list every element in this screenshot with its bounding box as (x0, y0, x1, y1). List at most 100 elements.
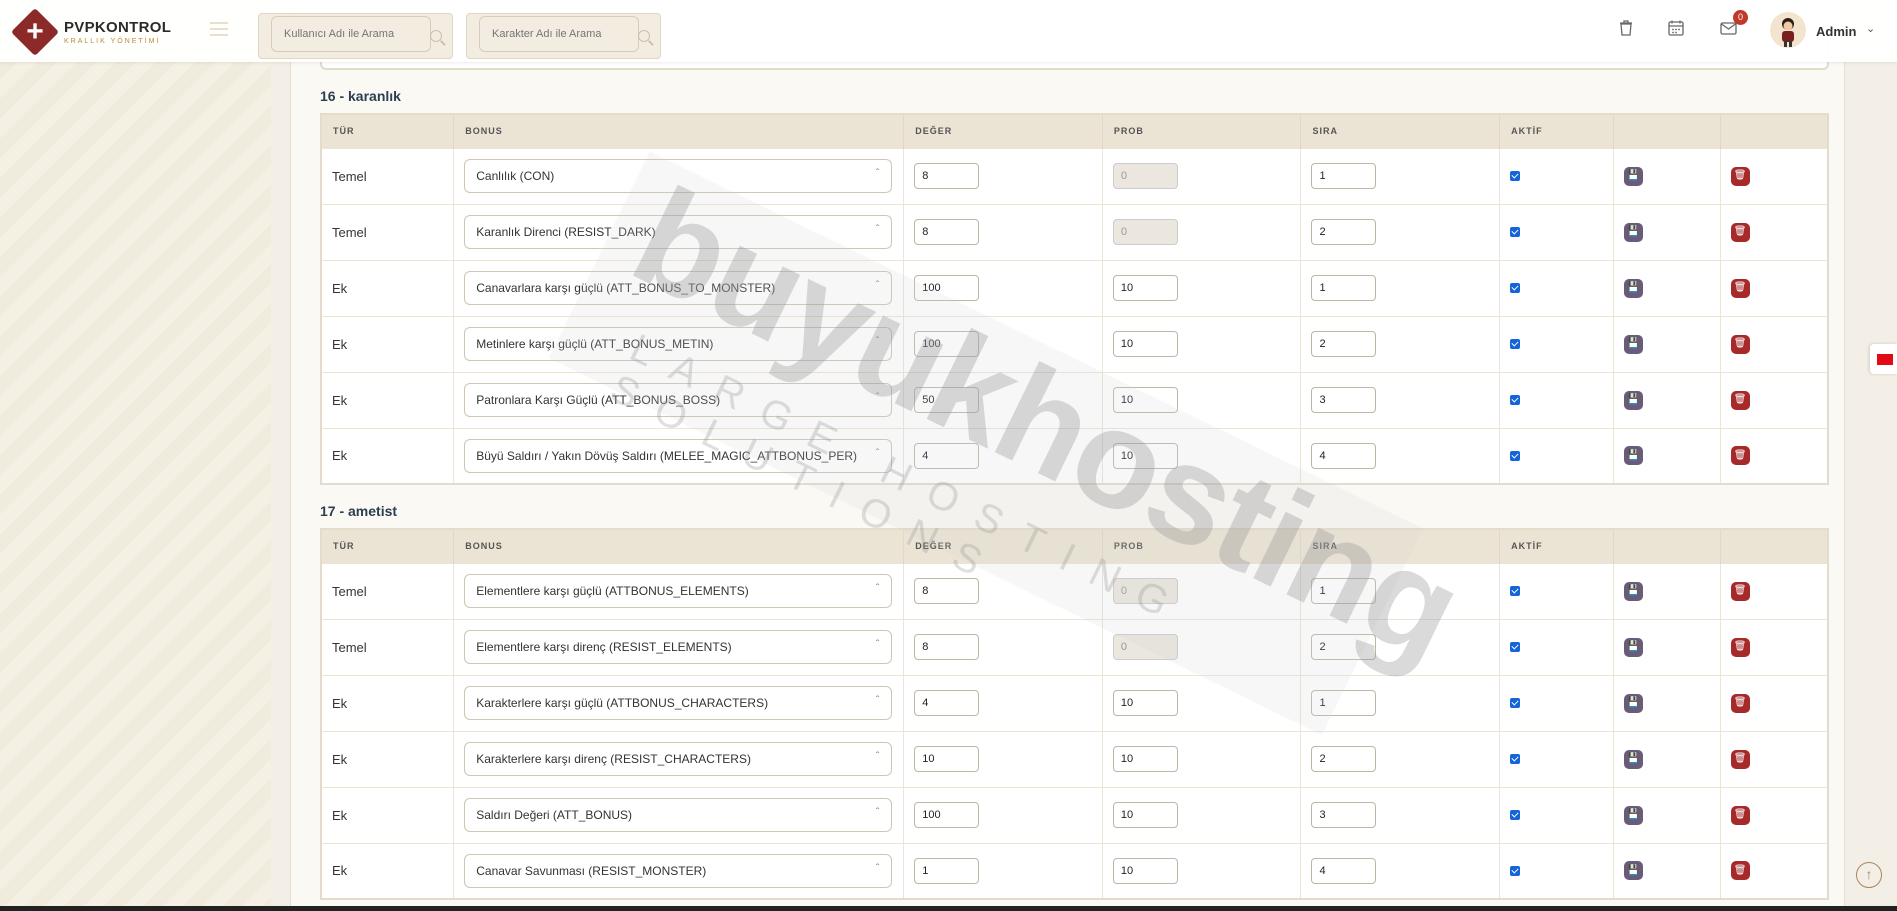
bonus-select[interactable]: Büyü Saldırı / Yakın Dövüş Saldırı (MELE… (464, 438, 893, 473)
order-input[interactable] (1311, 857, 1377, 884)
active-checkbox[interactable] (1510, 865, 1521, 876)
active-checkbox[interactable] (1510, 754, 1521, 764)
prob-input[interactable] (1112, 857, 1178, 884)
value-input[interactable] (914, 442, 980, 469)
prob-input[interactable] (1112, 331, 1178, 357)
save-button[interactable]: 💾 (1623, 334, 1643, 354)
active-checkbox[interactable] (1510, 171, 1521, 181)
prob-input (1112, 163, 1178, 189)
delete-button[interactable]: 🗑 (1730, 581, 1750, 601)
active-checkbox[interactable] (1510, 810, 1521, 820)
save-button[interactable]: 💾 (1623, 637, 1643, 657)
delete-button[interactable]: 🗑 (1730, 749, 1750, 769)
user-name[interactable]: Admin (1816, 24, 1856, 39)
prob-input[interactable] (1112, 746, 1178, 772)
sidebar-background (0, 0, 271, 911)
bonus-select[interactable]: Patronlara Karşı Güçlü (ATT_BONUS_BOSS) (464, 382, 893, 417)
value-input[interactable] (914, 163, 980, 189)
bonus-select[interactable]: Elementlere karşı güçlü (ATTBONUS_ELEMEN… (464, 573, 893, 608)
value-input[interactable] (914, 857, 980, 884)
order-input[interactable] (1311, 219, 1377, 245)
mail-icon[interactable]: 0 (1716, 10, 1748, 40)
save-button[interactable]: 💾 (1623, 581, 1643, 601)
bonus-select[interactable]: Metinlere karşı güçlü (ATT_BONUS_METIN) (464, 326, 893, 361)
save-button[interactable]: 💾 (1623, 166, 1643, 186)
order-input[interactable] (1311, 387, 1377, 413)
active-checkbox[interactable] (1510, 450, 1521, 461)
order-input[interactable] (1311, 163, 1377, 189)
trash-icon: 🗑 (1733, 394, 1747, 405)
col-prob: PROB (1102, 114, 1302, 148)
order-input[interactable] (1311, 690, 1377, 716)
value-input[interactable] (914, 275, 980, 301)
order-input[interactable] (1311, 442, 1377, 469)
logo[interactable]: + PVPKONTROL KRALLIK YÖNETİMİ (10, 7, 171, 57)
bonus-select[interactable]: Karanlık Direnci (RESIST_DARK) (464, 214, 893, 249)
active-checkbox[interactable] (1510, 283, 1521, 293)
prob-input[interactable] (1112, 275, 1178, 301)
active-checkbox[interactable] (1510, 586, 1521, 596)
delete-button[interactable]: 🗑 (1730, 334, 1750, 354)
bonus-select[interactable]: Karakterlere karşı direnç (RESIST_CHARAC… (464, 741, 893, 776)
calendar-icon[interactable] (1664, 16, 1688, 40)
value-input[interactable] (914, 387, 980, 413)
active-checkbox[interactable] (1510, 227, 1521, 237)
bonus-select[interactable]: Karakterlere karşı güçlü (ATTBONUS_CHARA… (464, 685, 893, 720)
delete-button[interactable]: 🗑 (1730, 166, 1750, 186)
bonus-select[interactable]: Canavarlara karşı güçlü (ATT_BONUS_TO_MO… (464, 270, 893, 305)
save-button[interactable]: 💾 (1623, 278, 1643, 298)
active-checkbox[interactable] (1510, 698, 1521, 708)
language-flag-icon[interactable] (1870, 344, 1897, 374)
trash-icon[interactable] (1614, 16, 1638, 40)
bonus-select[interactable]: Saldırı Değeri (ATT_BONUS) (464, 797, 893, 832)
scroll-to-top-button[interactable]: ↑ (1856, 862, 1882, 888)
prob-input[interactable] (1112, 442, 1178, 469)
delete-button[interactable]: 🗑 (1730, 805, 1750, 825)
menu-toggle-icon[interactable] (210, 22, 228, 36)
character-search-input[interactable] (479, 16, 639, 52)
order-input[interactable] (1311, 331, 1377, 357)
save-button[interactable]: 💾 (1623, 222, 1643, 242)
search-icon[interactable] (430, 30, 442, 42)
bonus-select[interactable]: Canavar Savunması (RESIST_MONSTER) (464, 853, 893, 888)
value-input[interactable] (914, 219, 980, 245)
order-input[interactable] (1311, 746, 1377, 772)
order-input[interactable] (1311, 275, 1377, 301)
row-type: Temel (321, 618, 455, 675)
bonus-select[interactable]: Elementlere karşı direnç (RESIST_ELEMENT… (464, 629, 893, 664)
prob-input[interactable] (1112, 802, 1178, 828)
bonus-select[interactable]: Canlılık (CON) (464, 158, 893, 193)
prob-input[interactable] (1112, 690, 1178, 716)
save-button[interactable]: 💾 (1623, 693, 1643, 713)
delete-button[interactable]: 🗑 (1730, 637, 1750, 657)
prob-input[interactable] (1112, 387, 1178, 413)
value-input[interactable] (914, 802, 980, 828)
delete-button[interactable]: 🗑 (1730, 222, 1750, 242)
save-button[interactable]: 💾 (1623, 861, 1643, 881)
delete-button[interactable]: 🗑 (1730, 390, 1750, 410)
delete-button[interactable]: 🗑 (1730, 693, 1750, 713)
value-input[interactable] (914, 690, 980, 716)
avatar[interactable] (1770, 12, 1806, 48)
save-button[interactable]: 💾 (1623, 749, 1643, 769)
save-button[interactable]: 💾 (1623, 390, 1643, 410)
save-button[interactable]: 💾 (1623, 805, 1643, 825)
value-input[interactable] (914, 634, 980, 660)
delete-button[interactable]: 🗑 (1730, 861, 1750, 881)
save-button[interactable]: 💾 (1623, 446, 1643, 466)
chevron-down-icon[interactable]: ⌄ (1866, 22, 1875, 35)
search-icon[interactable] (638, 30, 650, 42)
active-checkbox[interactable] (1510, 395, 1521, 405)
active-checkbox[interactable] (1510, 642, 1521, 652)
delete-button[interactable]: 🗑 (1730, 446, 1750, 466)
value-input[interactable] (914, 331, 980, 357)
active-checkbox[interactable] (1510, 339, 1521, 349)
prob-input (1112, 634, 1178, 660)
order-input[interactable] (1311, 578, 1377, 604)
order-input[interactable] (1311, 634, 1377, 660)
delete-button[interactable]: 🗑 (1730, 278, 1750, 298)
order-input[interactable] (1311, 802, 1377, 828)
user-search-input[interactable] (271, 16, 431, 52)
value-input[interactable] (914, 578, 980, 604)
value-input[interactable] (914, 746, 980, 772)
